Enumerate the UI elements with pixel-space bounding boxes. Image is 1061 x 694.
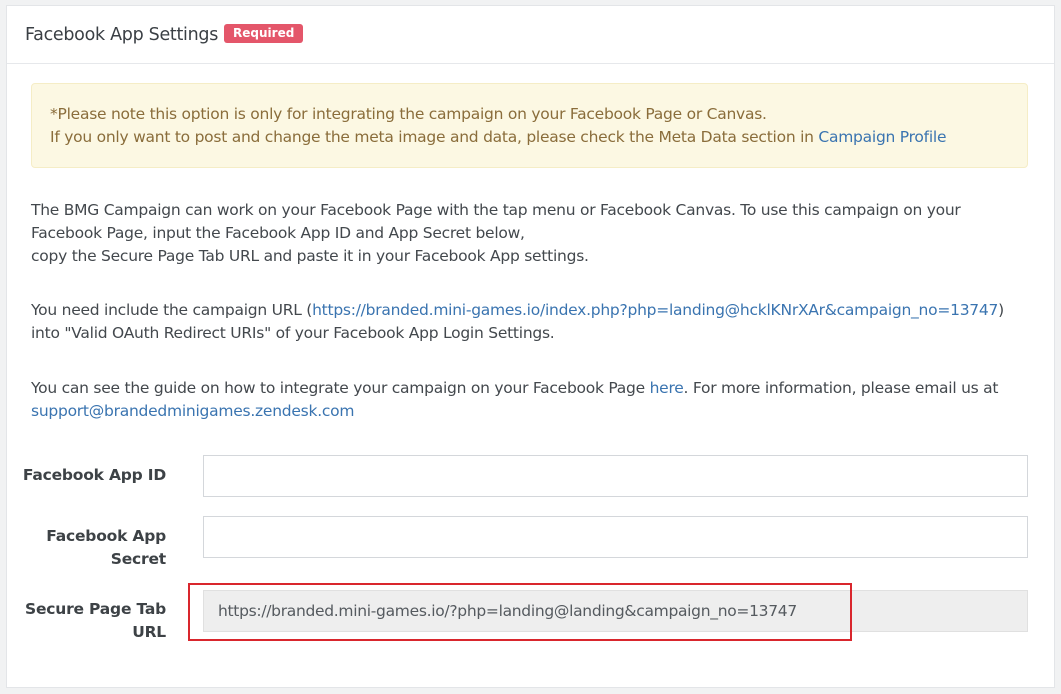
notice-line-1: *Please note this option is only for int… [50,105,767,123]
guide-suffix: . For more information, please email us … [683,379,999,397]
intro-line-2: Facebook Page, input the Facebook App ID… [31,224,525,242]
guide-line-1: You can see the guide on how to integrat… [31,377,1021,400]
panel-title: Facebook App Settings [25,24,219,45]
guide-line-2: support@brandedminigames.zendesk.com [31,400,1021,423]
secure-page-tab-url-label-line-1: Secure Page Tab [25,600,166,618]
guide-prefix: You can see the guide on how to integrat… [31,379,650,397]
notice-line-2-text: If you only want to post and change the … [50,128,819,146]
secure-page-tab-url-input[interactable] [203,590,1028,632]
campaign-profile-link[interactable]: Campaign Profile [818,128,946,146]
oauth-suffix: ) [998,301,1004,319]
secure-page-tab-url-label: Secure Page Tab URL [6,598,166,644]
required-badge: Required [224,24,304,43]
oauth-line-2: into "Valid OAuth Redirect URIs" of your… [31,324,555,342]
facebook-app-secret-input[interactable] [203,516,1028,558]
guide-here-link[interactable]: here [650,379,684,397]
campaign-url-link[interactable]: https://branded.mini-games.io/index.php?… [312,301,998,319]
facebook-app-id-input[interactable] [203,455,1028,497]
facebook-app-secret-label: Facebook App Secret [6,525,166,571]
intro-line-1: The BMG Campaign can work on your Facebo… [31,201,961,219]
facebook-app-id-label: Facebook App ID [6,464,166,487]
facebook-app-secret-label-line-2: Secret [110,550,166,568]
oauth-paragraph: You need include the campaign URL (https… [31,299,1021,345]
notice-alert: *Please note this option is only for int… [31,83,1028,168]
support-email-link[interactable]: support@brandedminigames.zendesk.com [31,402,354,420]
panel-header: Facebook App Settings Required [7,6,1054,64]
intro-paragraph: The BMG Campaign can work on your Facebo… [31,199,1021,268]
oauth-line-1: You need include the campaign URL (https… [31,299,1021,322]
guide-paragraph: You can see the guide on how to integrat… [31,377,1021,423]
notice-line-2: If you only want to post and change the … [50,126,1009,149]
intro-line-3: copy the Secure Page Tab URL and paste i… [31,247,589,265]
secure-page-tab-url-label-line-2: URL [132,623,166,641]
facebook-app-id-label-text: Facebook App ID [22,466,166,484]
facebook-app-secret-label-line-1: Facebook App [46,527,166,545]
oauth-prefix: You need include the campaign URL ( [31,301,313,319]
